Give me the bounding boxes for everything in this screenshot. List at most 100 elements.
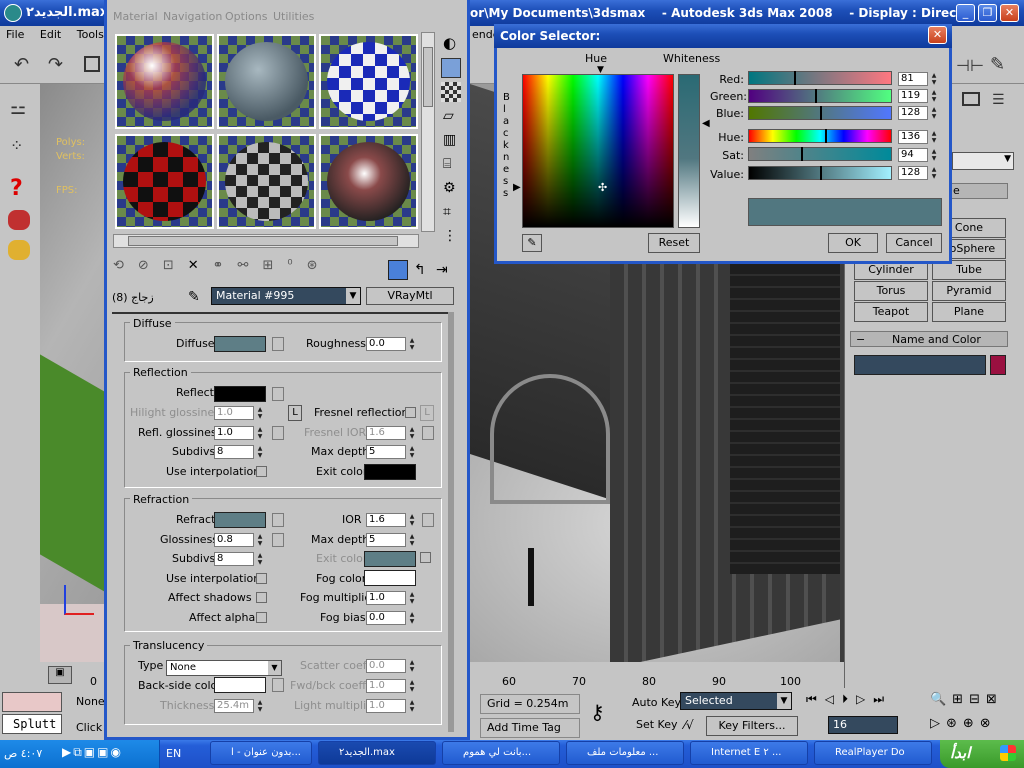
current-frame-field[interactable]: 16 (828, 716, 898, 734)
taskbar-item-2[interactable]: الجديد٢.max (318, 741, 436, 765)
key-tangent-icon[interactable]: ⁄√ (684, 718, 694, 732)
translucency-type-dropdown[interactable]: None ▼ (166, 660, 282, 676)
refr-gloss-map-button[interactable] (272, 533, 284, 547)
menu-tools[interactable]: Tools (77, 28, 104, 41)
put-to-library-icon[interactable]: ⚯ (238, 258, 263, 273)
fresnel-ior-map-button[interactable] (422, 426, 434, 440)
undo-icon[interactable]: ↶ (14, 54, 29, 75)
refr-exit-color-swatch[interactable] (364, 551, 416, 567)
sample-slot-5[interactable] (217, 134, 316, 229)
refl-max-depth-field[interactable]: 5 (366, 445, 406, 459)
hue-field[interactable]: 136 (898, 130, 928, 144)
material-effects-icon[interactable]: ⊞ (262, 258, 287, 273)
red-slider[interactable] (748, 71, 892, 85)
refl-glossiness-field[interactable]: 1.0 (214, 426, 254, 440)
particles-icon[interactable]: ⁘ (10, 136, 23, 155)
light-mult-spinner-icon[interactable]: ▲ ▼ (408, 699, 416, 713)
auto-key-label[interactable]: Auto Key (632, 696, 681, 709)
key-mode-icon[interactable]: ⚷ (590, 700, 605, 724)
scatter-coeff-field[interactable]: 0.0 (366, 659, 406, 673)
fresnel-ior-spinner-icon[interactable]: ▲ ▼ (408, 426, 416, 440)
refr-max-depth-field[interactable]: 5 (366, 533, 406, 547)
refr-exit-color-checkbox[interactable] (420, 552, 431, 563)
refl-max-depth-spinner-icon[interactable]: ▲ ▼ (408, 445, 416, 459)
clock[interactable]: ٤:٠٧ ص (4, 747, 42, 760)
menu-file[interactable]: File (6, 28, 24, 41)
put-to-scene-icon[interactable]: ⊘ (138, 258, 163, 273)
taskbar-item-6[interactable]: RealPlayer Do (814, 741, 932, 765)
whiteness-pointer-icon[interactable]: ◀ (702, 118, 710, 129)
refl-subdivs-field[interactable]: 8 (214, 445, 254, 459)
options-icon[interactable]: ⚙ (443, 180, 456, 196)
teapot-icon[interactable] (8, 210, 30, 230)
green-slider[interactable] (748, 89, 892, 103)
sat-field[interactable]: 94 (898, 148, 928, 162)
hierarchy-icon[interactable]: ⚍ (10, 98, 26, 119)
fwd-bck-coeff-field[interactable]: 1.0 (366, 679, 406, 693)
language-indicator[interactable]: EN (166, 747, 181, 760)
align-icon[interactable]: ✎ (990, 54, 1005, 75)
red-field[interactable]: 81 (898, 72, 928, 86)
roughness-spinner-icon[interactable]: ▲ ▼ (408, 337, 416, 351)
cancel-button[interactable]: Cancel (886, 233, 942, 253)
refl-use-interp-checkbox[interactable] (256, 466, 267, 477)
torus-button[interactable]: Torus (854, 281, 928, 301)
taskbar-item-4[interactable]: معلومات ملف ... (566, 741, 684, 765)
blue-spinner-icon[interactable]: ▲ ▼ (930, 106, 938, 120)
refr-subdivs-field[interactable]: 8 (214, 552, 254, 566)
object-color-swatch[interactable] (990, 355, 1006, 375)
reflect-map-button[interactable] (272, 387, 284, 401)
pyramid-button[interactable]: Pyramid (932, 281, 1006, 301)
ior-spinner-icon[interactable]: ▲ ▼ (408, 513, 416, 527)
color-selector-close-button[interactable]: ✕ (928, 26, 947, 44)
teapot-icon-2[interactable] (8, 240, 30, 260)
hilight-spinner-icon[interactable]: ▲ ▼ (256, 406, 264, 420)
fwd-bck-spinner-icon[interactable]: ▲ ▼ (408, 679, 416, 693)
close-button[interactable]: ✕ (1000, 4, 1019, 22)
mat-menu-navigation[interactable]: Navigation (163, 10, 222, 23)
sample-slots-vscroll[interactable] (421, 32, 435, 232)
hue-blackness-field[interactable] (522, 74, 674, 228)
teapot-button[interactable]: Teapot (854, 302, 928, 322)
hue-slider[interactable] (748, 129, 892, 143)
max-app-icon[interactable] (4, 4, 22, 22)
hue-spinner-icon[interactable]: ▲ ▼ (930, 130, 938, 144)
fog-mult-spinner-icon[interactable]: ▲ ▼ (408, 591, 416, 605)
pick-material-icon[interactable]: ✎ (188, 289, 200, 305)
blue-field[interactable]: 128 (898, 106, 928, 120)
green-field[interactable]: 119 (898, 89, 928, 103)
sample-type-icon[interactable]: ◐ (443, 34, 456, 52)
maximize-button[interactable]: ❐ (978, 4, 997, 22)
backside-map-button[interactable] (272, 678, 284, 692)
redo-icon[interactable]: ↷ (48, 54, 63, 75)
value-spinner-icon[interactable]: ▲ ▼ (930, 166, 938, 180)
hilight-glossiness-field[interactable]: 1.0 (214, 406, 254, 420)
key-filters-button[interactable]: Key Filters... (706, 716, 798, 736)
fog-bias-spinner-icon[interactable]: ▲ ▼ (408, 611, 416, 625)
thickness-field[interactable]: 25.4m (214, 699, 254, 713)
plane-button[interactable]: Plane (932, 302, 1006, 322)
rollout-scrollbar[interactable] (448, 312, 454, 732)
thickness-spinner-icon[interactable]: ▲ ▼ (256, 699, 264, 713)
help-icon[interactable]: ? (10, 176, 23, 201)
sat-spinner-icon[interactable]: ▲ ▼ (930, 148, 938, 162)
mat-menu-utilities[interactable]: Utilities (273, 10, 314, 23)
sample-slots-hscroll[interactable] (113, 234, 419, 248)
viewport-left[interactable] (40, 84, 108, 662)
fresnel-lock-button[interactable]: L (420, 405, 434, 421)
material-name-field[interactable]: Material #995 ▼ (211, 287, 361, 305)
utilities-icon[interactable]: ☰ (992, 92, 1005, 108)
uv-tiling-icon[interactable]: ▱ (443, 108, 454, 124)
fresnel-checkbox[interactable] (405, 407, 416, 418)
ior-map-button[interactable] (422, 513, 434, 527)
reflect-color-swatch[interactable] (214, 386, 266, 402)
background-icon[interactable] (441, 82, 461, 102)
reset-map-icon[interactable]: ✕ (188, 258, 213, 273)
fog-multiplier-field[interactable]: 1.0 (366, 591, 406, 605)
diffuse-map-button[interactable] (272, 337, 284, 351)
diffuse-color-swatch[interactable] (214, 336, 266, 352)
key-selection-dropdown[interactable]: Selected ▼ (680, 692, 792, 710)
go-to-parent-icon[interactable]: ↰ (414, 262, 426, 278)
taskbar-item-3[interactable]: بانت لي هموم... (442, 741, 560, 765)
ok-button[interactable]: OK (828, 233, 878, 253)
